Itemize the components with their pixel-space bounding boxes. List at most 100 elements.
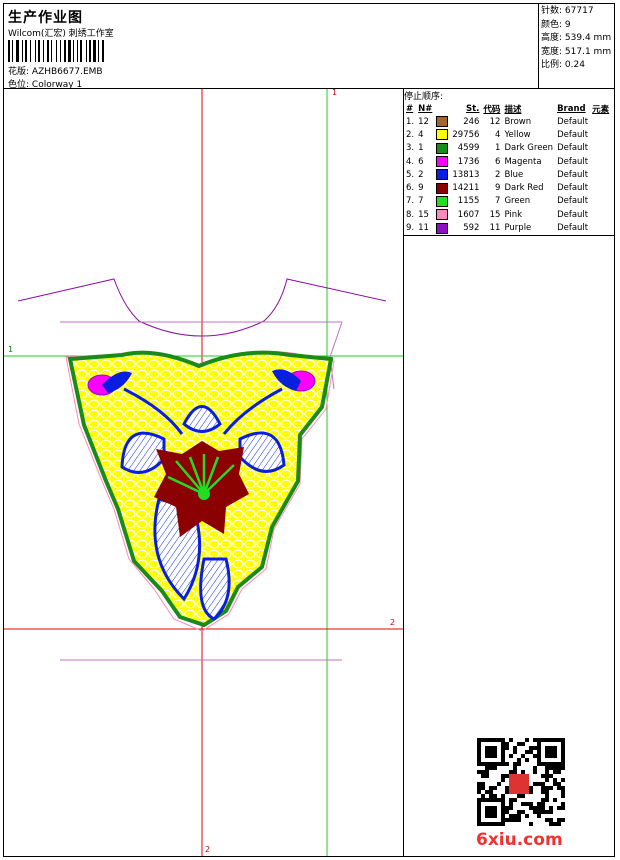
color-swatch — [436, 209, 449, 221]
color-swatch — [436, 129, 449, 141]
row-needle: 15 — [418, 209, 429, 220]
row-swatch — [434, 128, 450, 141]
col-swatch — [434, 102, 450, 115]
row-swatch — [434, 168, 450, 181]
header: 生产作业图 Wilcom(汇宏) 刺绣工作室 花版: AZHB6677.EMB … — [4, 4, 538, 90]
row-brand: Default — [557, 196, 589, 207]
row-needle: 6 — [418, 156, 424, 167]
row-desc: Dark Red — [504, 183, 544, 194]
color-swatch — [436, 222, 449, 234]
guide-label-v-bottom: 2 — [205, 845, 211, 854]
width-row: 宽度: 517.1 mm — [541, 46, 612, 57]
width-value: 517.1 mm — [564, 46, 612, 57]
row-desc: Green — [504, 196, 531, 207]
flower-center — [198, 488, 210, 500]
row-swatch — [434, 195, 450, 208]
row-brand: Default — [557, 129, 589, 140]
row-brand: Default — [557, 209, 589, 220]
thread-row: 4. 6 1736 6 Magenta Default — [404, 155, 611, 168]
qr-code — [477, 738, 565, 826]
scale-row: 比例: 0.24 — [541, 60, 585, 70]
row-stitches: 1607 — [457, 209, 480, 220]
row-index: 1. — [406, 116, 415, 127]
row-index: 4. — [406, 156, 415, 167]
table-bottom-line — [403, 235, 615, 236]
color-swatch — [436, 142, 449, 154]
stitch-count: 67717 — [564, 6, 594, 16]
row-needle: 7 — [418, 196, 424, 207]
row-needle: 1 — [418, 143, 424, 154]
row-swatch — [434, 142, 450, 155]
row-index: 3. — [406, 143, 415, 154]
row-swatch — [434, 115, 450, 128]
row-stitches: 14211 — [452, 183, 480, 194]
row-swatch — [434, 208, 450, 221]
thread-table-header: # N# St. 代码 描述 Brand 元素 — [404, 102, 611, 115]
color-swatch — [436, 195, 449, 207]
col-needle: N# — [418, 103, 433, 114]
design-file-row: 花版: AZHB6677.EMB — [8, 64, 103, 77]
height-value: 539.4 mm — [564, 33, 612, 43]
row-code: 4 — [495, 129, 501, 140]
row-index: 7. — [406, 196, 415, 207]
guide-label-v-top: 1 — [332, 89, 338, 97]
col-desc: 描述 — [504, 104, 522, 115]
row-index: 8. — [406, 209, 415, 220]
row-brand: Default — [557, 116, 589, 127]
page-title: 生产作业图 — [8, 10, 83, 26]
row-code: 6 — [495, 156, 501, 167]
color-swatch — [436, 156, 449, 168]
row-stitches: 246 — [463, 116, 480, 127]
row-code: 9 — [495, 183, 501, 194]
guide-label-h-right: 2 — [390, 618, 396, 627]
row-swatch — [434, 181, 450, 194]
row-index: 2. — [406, 129, 415, 140]
color-count: 9 — [564, 19, 571, 30]
row-brand: Default — [557, 143, 589, 154]
thread-row: 9. 11 592 11 Purple Default — [404, 221, 611, 234]
row-code: 1 — [495, 143, 501, 154]
row-desc: Dark Green — [504, 143, 554, 154]
qr-seal-icon — [509, 774, 529, 794]
row-brand: Default — [557, 183, 589, 194]
row-brand: Default — [557, 156, 589, 167]
row-stitches: 1736 — [457, 156, 480, 167]
row-index: 6. — [406, 183, 415, 194]
row-code: 2 — [495, 169, 501, 180]
thread-row: 7. 7 1155 7 Green Default — [404, 195, 611, 208]
design-canvas: 1 1 2 2 — [4, 89, 403, 856]
col-brand: Brand — [557, 103, 586, 114]
col-code: 代码 — [483, 104, 501, 115]
col-stitches: St. — [466, 103, 480, 114]
row-needle: 9 — [418, 183, 424, 194]
design-file-label: 花版: — [8, 67, 30, 77]
row-brand: Default — [557, 223, 589, 234]
thread-row: 8. 15 1607 15 Pink Default — [404, 208, 611, 221]
row-stitches: 1155 — [457, 196, 480, 207]
scale-value: 0.24 — [564, 60, 585, 70]
header-divider — [538, 4, 539, 88]
color-swatch — [436, 182, 449, 194]
row-swatch — [434, 155, 450, 168]
row-stitches: 4599 — [457, 143, 480, 154]
thread-row: 6. 9 14211 9 Dark Red Default — [404, 181, 611, 194]
row-index: 5. — [406, 169, 415, 180]
stop-sequence-title: 停止顺序: — [404, 92, 444, 102]
row-brand: Default — [557, 169, 589, 180]
row-index: 9. — [406, 223, 415, 234]
row-desc: Magenta — [504, 156, 542, 167]
thread-row: 3. 1 4599 1 Dark Green Default — [404, 142, 611, 155]
row-desc: Blue — [504, 169, 524, 180]
row-code: 11 — [489, 223, 501, 234]
studio-subtitle: Wilcom(汇宏) 刺绣工作室 — [8, 29, 114, 39]
height-row: 高度: 539.4 mm — [541, 33, 612, 43]
row-desc: Pink — [504, 209, 523, 220]
row-needle: 2 — [418, 169, 424, 180]
col-index: # — [406, 103, 414, 114]
row-needle: 12 — [418, 116, 429, 127]
color-count-row: 颜色: 9 — [541, 19, 571, 30]
row-swatch — [434, 221, 450, 234]
row-stitches: 29756 — [452, 129, 480, 140]
row-stitches: 13813 — [452, 169, 480, 180]
thread-row: 5. 2 13813 2 Blue Default — [404, 168, 611, 181]
